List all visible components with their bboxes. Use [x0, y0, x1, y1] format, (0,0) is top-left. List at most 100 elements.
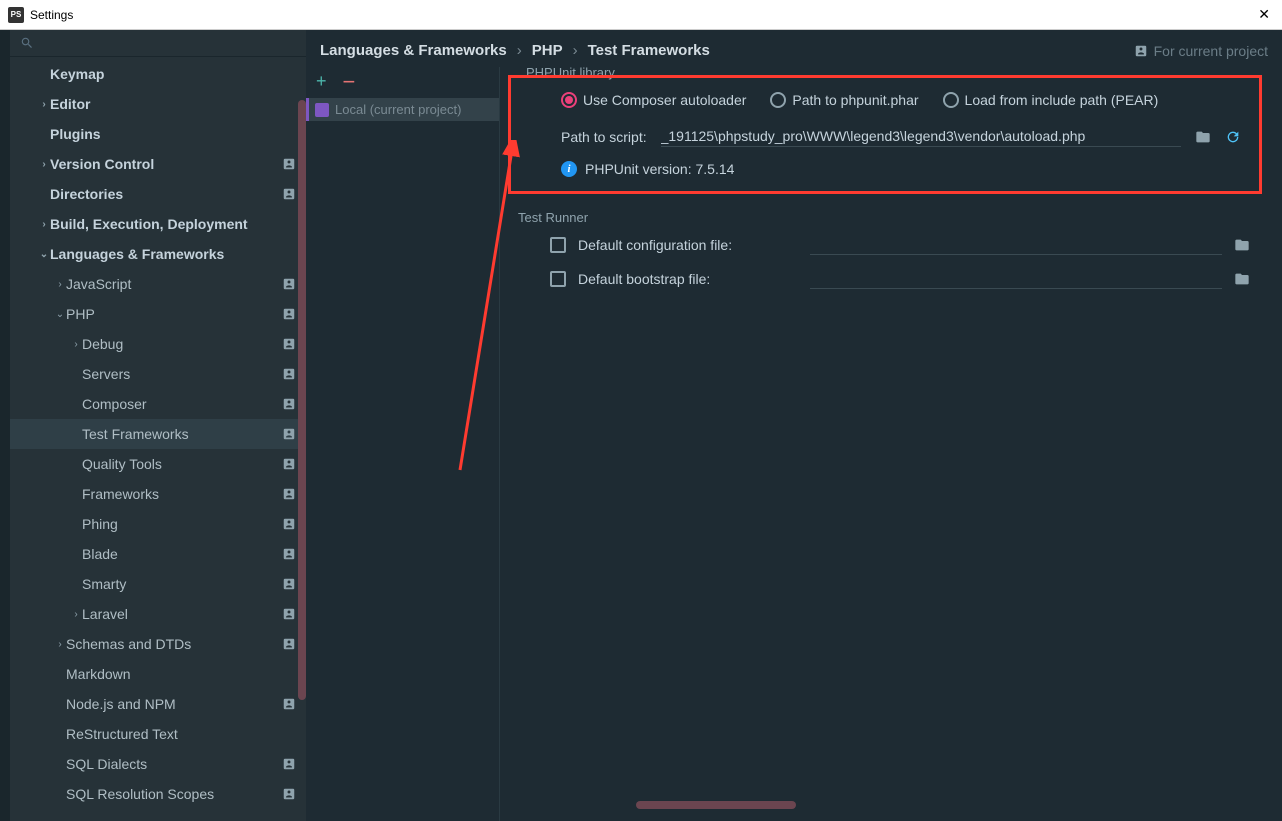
settings-tree: Keymap›EditorPlugins›Version ControlDire… [10, 57, 306, 821]
tree-item[interactable]: ›Debug [10, 329, 306, 359]
app-icon: PS [8, 7, 24, 23]
search-icon [20, 36, 34, 50]
tree-item[interactable]: Plugins [10, 119, 306, 149]
folder-icon[interactable] [1195, 129, 1211, 145]
tree-item[interactable]: Composer [10, 389, 306, 419]
tree-item-label: Blade [82, 546, 282, 562]
project-icon [282, 787, 296, 801]
chevron-right-icon: › [54, 279, 66, 290]
folder-icon[interactable] [1234, 271, 1250, 287]
project-icon [282, 397, 296, 411]
chevron-right-icon: › [38, 159, 50, 170]
tree-item[interactable]: ⌄PHP [10, 299, 306, 329]
tree-item[interactable]: Directories [10, 179, 306, 209]
chevron-right-icon: › [70, 609, 82, 620]
tree-item-label: Debug [82, 336, 282, 352]
tree-item[interactable]: Quality Tools [10, 449, 306, 479]
project-icon [282, 697, 296, 711]
tree-item-label: Plugins [50, 126, 296, 142]
checkbox-config[interactable] [550, 237, 566, 253]
chevron-right-icon: › [38, 99, 50, 110]
version-text: PHPUnit version: 7.5.14 [585, 161, 734, 177]
content-panel: Languages & Frameworks › PHP › Test Fram… [306, 30, 1282, 821]
tree-item[interactable]: ›Laravel [10, 599, 306, 629]
tree-item[interactable]: Phing [10, 509, 306, 539]
radio-icon [943, 92, 959, 108]
tree-item[interactable]: ›JavaScript [10, 269, 306, 299]
folder-icon[interactable] [1234, 237, 1250, 253]
path-input[interactable]: _191125\phpstudy_pro\WWW\legend3\legend3… [661, 126, 1181, 147]
tree-item[interactable]: Test Frameworks [10, 419, 306, 449]
checkbox-bootstrap[interactable] [550, 271, 566, 287]
tree-item-label: Frameworks [82, 486, 282, 502]
tree-item-label: Schemas and DTDs [66, 636, 282, 652]
tree-item-label: Quality Tools [82, 456, 282, 472]
tree-item[interactable]: Node.js and NPM [10, 689, 306, 719]
crumb-b[interactable]: PHP [532, 42, 563, 59]
tree-item[interactable]: Servers [10, 359, 306, 389]
tree-item-label: Phing [82, 516, 282, 532]
remove-button[interactable]: − [343, 76, 356, 88]
horizontal-scrollbar[interactable] [636, 801, 796, 809]
tree-item[interactable]: ›Schemas and DTDs [10, 629, 306, 659]
tree-item[interactable]: ›Version Control [10, 149, 306, 179]
tree-item[interactable]: SQL Dialects [10, 749, 306, 779]
project-icon [282, 157, 296, 171]
tree-item-label: Editor [50, 96, 296, 112]
tree-item-label: Languages & Frameworks [50, 246, 296, 262]
add-button[interactable]: + [316, 71, 327, 92]
search-input[interactable] [10, 30, 306, 57]
radio-phar[interactable]: Path to phpunit.phar [770, 92, 918, 108]
tree-item-label: SQL Dialects [66, 756, 282, 772]
breadcrumb: Languages & Frameworks › PHP › Test Fram… [306, 30, 1282, 67]
close-icon[interactable]: ✕ [1254, 6, 1274, 23]
radio-icon [770, 92, 786, 108]
tag-icon [315, 103, 329, 117]
refresh-icon[interactable] [1225, 129, 1241, 145]
tree-item-label: SQL Resolution Scopes [66, 786, 282, 802]
runner-legend: Test Runner [518, 210, 1270, 225]
tree-item-label: Composer [82, 396, 282, 412]
crumb-c: Test Frameworks [588, 42, 710, 59]
titlebar: PS Settings ✕ [0, 0, 1282, 30]
phpunit-library-box: Use Composer autoloader Path to phpunit.… [508, 75, 1262, 194]
project-icon [282, 427, 296, 441]
config-list-item[interactable]: Local (current project) [306, 98, 499, 121]
radio-composer[interactable]: Use Composer autoloader [561, 92, 746, 108]
tree-item[interactable]: ReStructured Text [10, 719, 306, 749]
tree-item[interactable]: Blade [10, 539, 306, 569]
tree-item-label: Keymap [50, 66, 296, 82]
tree-item[interactable]: SQL Resolution Scopes [10, 779, 306, 809]
project-icon [282, 577, 296, 591]
radio-label: Load from include path (PEAR) [965, 92, 1159, 108]
tree-item-label: Directories [50, 186, 282, 202]
scrollbar-thumb[interactable] [298, 100, 306, 700]
crumb-a[interactable]: Languages & Frameworks [320, 42, 507, 59]
window-title: Settings [30, 8, 73, 22]
tree-item[interactable]: Markdown [10, 659, 306, 689]
config-file-input[interactable] [810, 235, 1222, 255]
list-item-label: Local (current project) [335, 102, 461, 117]
tree-item[interactable]: ⌄Languages & Frameworks [10, 239, 306, 269]
tree-item[interactable]: ›Editor [10, 89, 306, 119]
project-icon [282, 547, 296, 561]
chevron-right-icon: › [573, 42, 578, 59]
chevron-right-icon: › [54, 639, 66, 650]
radio-pear[interactable]: Load from include path (PEAR) [943, 92, 1159, 108]
tree-item-label: Smarty [82, 576, 282, 592]
project-icon [282, 487, 296, 501]
tree-item[interactable]: Smarty [10, 569, 306, 599]
project-icon [282, 337, 296, 351]
tree-item[interactable]: Keymap [10, 59, 306, 89]
tree-item-label: Laravel [82, 606, 282, 622]
tree-item[interactable]: Frameworks [10, 479, 306, 509]
project-icon [282, 517, 296, 531]
tree-item[interactable]: ›Build, Execution, Deployment [10, 209, 306, 239]
project-icon [282, 277, 296, 291]
bootstrap-file-input[interactable] [810, 269, 1222, 289]
tree-item-label: Servers [82, 366, 282, 382]
project-icon [282, 367, 296, 381]
detail-panel: PHPUnit library Use Composer autoloader … [500, 67, 1282, 821]
tree-item-label: ReStructured Text [66, 726, 296, 742]
radio-icon [561, 92, 577, 108]
